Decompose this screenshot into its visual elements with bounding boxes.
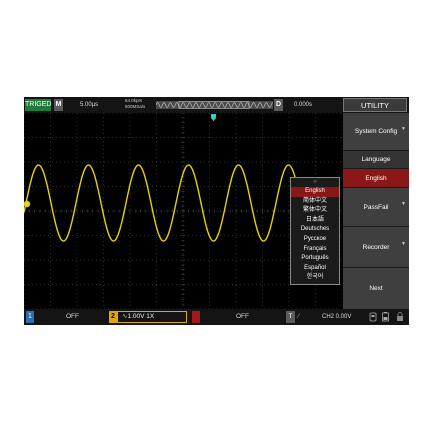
language-option-portuguese[interactable]: Português (291, 254, 339, 264)
trigger-slope-icon: ∕ (298, 313, 300, 320)
sample-rate: 500MSa/s (125, 103, 146, 109)
passfail-label: PassFail (363, 204, 389, 211)
top-status-bar: TRIGED M 5.00µs 64.0kpts 500MSa/s D 0.00… (24, 97, 409, 113)
trigger-button[interactable]: T (286, 311, 295, 323)
memory-overview-bar (156, 101, 273, 109)
ch1-state: OFF (66, 313, 79, 320)
ch1-button[interactable]: 1 (26, 311, 34, 323)
language-option-korean[interactable]: 한국어 (291, 273, 339, 283)
horizontal-position-readout: 0.000s (294, 102, 313, 108)
bottom-status-bar: 1 OFF 2 ∿1.00V 1X OFF T ∕ CH2 0.00V (24, 309, 409, 325)
softkey-menu: System Config ▼ Language English PassFai… (343, 113, 409, 309)
language-current-value: English (365, 175, 387, 182)
submenu-arrow-icon: ▼ (401, 241, 406, 247)
mode-button[interactable]: M (54, 99, 63, 111)
trigger-status-badge: TRIGED (25, 99, 51, 111)
acquisition-info: 64.0kpts 500MSa/s (125, 98, 145, 109)
next-label: Next (369, 285, 383, 292)
timebase-readout: 5.00µs (80, 102, 99, 108)
language-option-japanese[interactable]: 日本語 (291, 216, 339, 226)
next-page-button[interactable]: Next (343, 268, 409, 309)
trigger-marker-icon (211, 114, 216, 121)
language-label: Language (361, 156, 391, 163)
battery-icon (382, 312, 389, 322)
language-option-spanish[interactable]: Español (291, 264, 339, 274)
language-select-button[interactable]: English (343, 169, 409, 188)
language-option-simplified-chinese[interactable]: 简体中文 (291, 197, 339, 207)
ch2-scale-value: 1.00V 1X (127, 313, 155, 320)
submenu-arrow-icon: ▼ (401, 201, 406, 207)
ch2-button[interactable]: 2 (109, 311, 117, 323)
dropdown-knob-icon: ○ (313, 179, 317, 185)
trigger-level-readout: CH2 0.00V (322, 314, 352, 320)
lock-icon (397, 312, 403, 321)
language-menu-header: Language (343, 151, 409, 169)
language-option-english[interactable]: English (291, 187, 339, 197)
language-option-french[interactable]: Français (291, 245, 339, 255)
system-config-label: System Config (354, 128, 398, 135)
oscilloscope-screen: TRIGED M 5.00µs 64.0kpts 500MSa/s D 0.00… (23, 97, 409, 325)
menu-title: UTILITY (343, 98, 407, 112)
system-config-button[interactable]: System Config ▼ (343, 113, 409, 151)
ch3-button[interactable] (192, 311, 200, 323)
language-option-german[interactable]: Deutsches (291, 225, 339, 235)
language-option-russian[interactable]: Русское (291, 235, 339, 245)
ch3-state: OFF (236, 313, 249, 320)
passfail-button[interactable]: PassFail ▼ (343, 188, 409, 227)
language-dropdown[interactable]: ○ English 简体中文 繁体中文 日本語 Deutsches Русско… (290, 177, 340, 285)
recorder-label: Recorder (362, 244, 390, 251)
submenu-arrow-icon: ▼ (401, 126, 406, 132)
ch2-scale-readout: ∿1.00V 1X (117, 311, 187, 323)
language-option-traditional-chinese[interactable]: 繁体中文 (291, 206, 339, 216)
ch1-level-marker-icon (23, 200, 31, 208)
ch2-waveform (24, 164, 325, 242)
delay-button[interactable]: D (274, 99, 283, 111)
usb-icon (369, 312, 377, 322)
recorder-button[interactable]: Recorder ▼ (343, 227, 409, 268)
